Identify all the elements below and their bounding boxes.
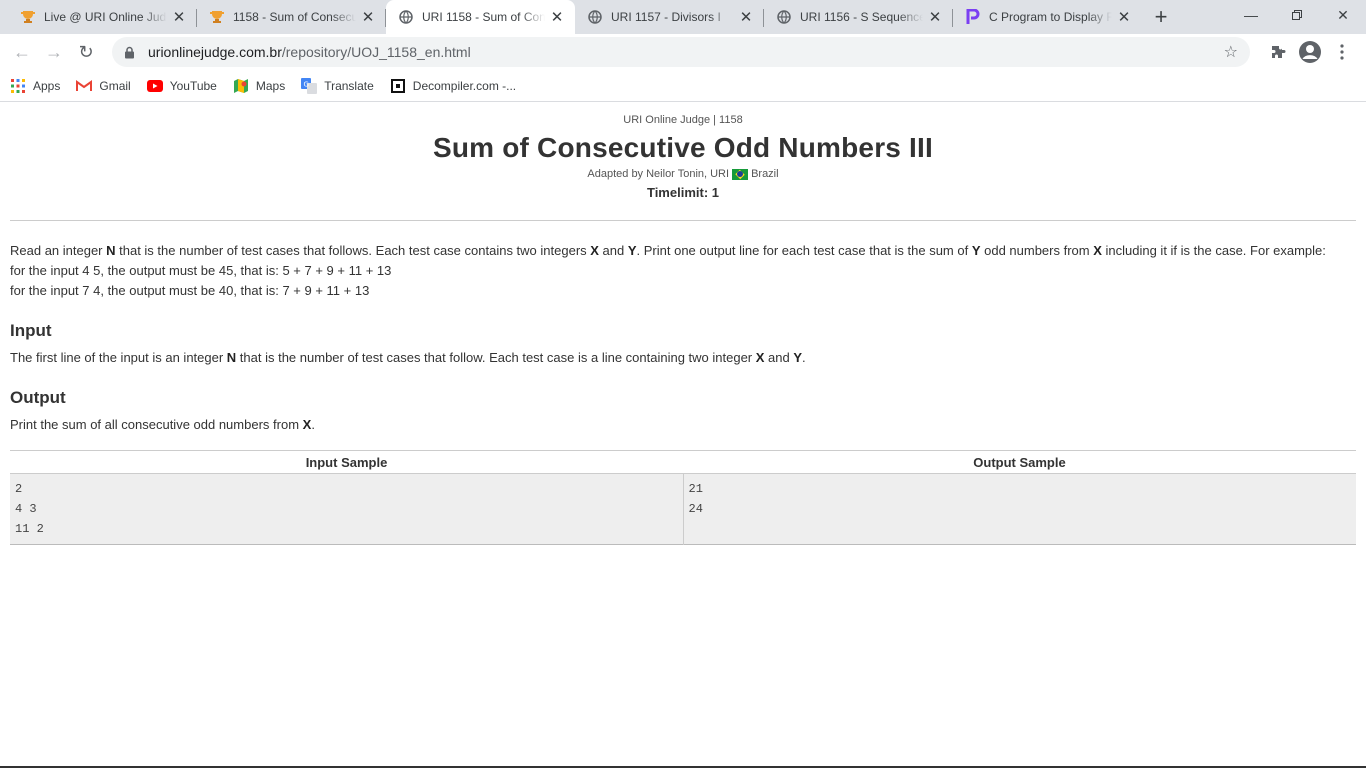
bookmark-label: Translate	[324, 78, 374, 93]
trophy-icon	[20, 9, 36, 25]
header-divider	[10, 220, 1356, 221]
restore-icon[interactable]	[1274, 0, 1320, 30]
tab-title: URI 1157 - Divisors I	[611, 10, 721, 24]
tab-title: Live @ URI Online Judge	[44, 10, 167, 24]
close-icon[interactable]: ✕	[549, 9, 565, 26]
tab-strip: Live @ URI Online Judge ✕ 1158 - Sum of …	[0, 0, 1366, 34]
bookmark-label: YouTube	[169, 78, 217, 93]
minimize-icon[interactable]: —	[1228, 0, 1274, 30]
close-icon[interactable]: ✕	[738, 9, 754, 26]
url-path: /repository/UOJ_1158_en.html	[281, 44, 471, 60]
tab-live-uri[interactable]: Live @ URI Online Judge ✕	[8, 0, 197, 34]
page-title: Sum of Consecutive Odd Numbers III	[433, 132, 933, 163]
new-tab-button[interactable]: +	[1146, 0, 1176, 34]
browser-toolbar: ← → ↻ urionlinejudge.com.br/repository/U…	[0, 34, 1366, 70]
tab-title: 1158 - Sum of Consecutive	[233, 10, 356, 24]
tab-c-program[interactable]: C Program to Display Factors ✕	[953, 0, 1142, 34]
description-paragraph: Read an integer N that is the number of …	[10, 243, 1326, 258]
trophy-icon	[209, 9, 225, 25]
reload-icon[interactable]: ↻	[72, 38, 100, 66]
adapted-country: Brazil	[751, 168, 779, 180]
forward-icon[interactable]: →	[40, 38, 68, 66]
translate-icon: G	[301, 77, 318, 94]
address-bar[interactable]: urionlinejudge.com.br/repository/UOJ_115…	[112, 37, 1250, 67]
brazil-flag-icon	[732, 168, 749, 180]
tab-uri-1158[interactable]: URI 1158 - Sum of Consecutive ✕	[386, 0, 575, 34]
back-icon[interactable]: ←	[8, 38, 36, 66]
timelimit: Timelimit: 1	[646, 185, 719, 200]
example-line-2: for the input 7 4, the output must be 40…	[10, 283, 370, 298]
tab-uri-1157[interactable]: URI 1157 - Divisors I ✕	[575, 0, 764, 34]
close-icon[interactable]: ✕	[927, 9, 943, 26]
adapted-by: Adapted by Neilor Tonin, URI Brazil	[10, 168, 1356, 180]
input-sample-header: Input Sample	[10, 450, 683, 474]
tab-1158-sum[interactable]: 1158 - Sum of Consecutive ✕	[197, 0, 386, 34]
input-heading: Input	[10, 321, 52, 340]
adapted-author: Adapted by Neilor Tonin, URI	[587, 168, 730, 180]
tab-title: URI 1156 - S Sequence	[800, 10, 923, 24]
output-description: Print the sum of all consecutive odd num…	[10, 417, 315, 432]
problem-header: URI Online Judge | 1158 Sum of Consecuti…	[10, 102, 1356, 200]
bookmark-label: Decompiler.com -...	[412, 78, 517, 93]
profile-avatar-icon[interactable]	[1299, 41, 1321, 63]
bookmark-label: Apps	[33, 78, 61, 93]
url-host: urionlinejudge.com.br	[148, 44, 282, 60]
apps-grid-icon	[10, 78, 26, 94]
youtube-icon	[146, 78, 163, 94]
globe-icon	[398, 9, 414, 25]
lock-icon[interactable]	[124, 45, 138, 59]
bookmark-label: Maps	[255, 78, 286, 93]
bookmark-label: Gmail	[99, 78, 131, 93]
tab-title: URI 1158 - Sum of Consecutive	[422, 10, 545, 24]
problem-description: Read an integer N that is the number of …	[10, 241, 1356, 301]
close-window-icon[interactable]: ✕	[1320, 0, 1366, 30]
close-icon[interactable]: ✕	[171, 9, 187, 26]
problem-source: URI Online Judge | 1158	[623, 114, 743, 126]
maps-icon	[233, 78, 249, 94]
input-sample-cell: 2 4 3 11 2	[10, 473, 684, 545]
tab-uri-1156[interactable]: URI 1156 - S Sequence ✕	[764, 0, 953, 34]
p-icon	[965, 9, 981, 25]
close-icon[interactable]: ✕	[360, 9, 376, 26]
globe-icon	[776, 9, 792, 25]
svg-text:G: G	[304, 80, 309, 88]
samples-table: Input Sample Output Sample 2 4 3 11 2 21…	[10, 450, 1356, 545]
bookmark-youtube[interactable]: YouTube	[146, 78, 217, 94]
output-sample-cell: 21 24	[683, 473, 1356, 545]
output-sample-text[interactable]: 21 24	[689, 479, 1352, 519]
bookmark-gmail[interactable]: Gmail	[76, 78, 131, 94]
gmail-icon	[76, 78, 93, 94]
tab-title: C Program to Display Factors	[989, 10, 1112, 24]
input-description: The first line of the input is an intege…	[10, 350, 806, 365]
menu-dots-icon[interactable]	[1326, 38, 1358, 66]
bookmark-apps[interactable]: Apps	[10, 78, 60, 94]
example-line-1: for the input 4 5, the output must be 45…	[10, 263, 392, 278]
window-controls: — ✕	[1228, 0, 1366, 30]
bookmark-maps[interactable]: Maps	[233, 78, 285, 94]
bookmark-decompiler[interactable]: Decompiler.com -...	[390, 78, 516, 94]
page-content: URI Online Judge | 1158 Sum of Consecuti…	[0, 102, 1366, 545]
input-sample-text[interactable]: 2 4 3 11 2	[15, 479, 678, 539]
bookmarks-bar: Apps Gmail YouTube Maps G Translate Deco…	[0, 70, 1366, 102]
decompiler-icon	[390, 78, 406, 94]
close-icon[interactable]: ✕	[1116, 9, 1132, 26]
output-sample-header: Output Sample	[683, 450, 1356, 474]
extensions-icon[interactable]	[1262, 38, 1294, 66]
globe-icon	[587, 9, 603, 25]
output-heading: Output	[10, 388, 66, 407]
bookmark-translate[interactable]: G Translate	[301, 77, 374, 94]
bookmark-star-icon[interactable]: ☆	[1224, 42, 1238, 62]
